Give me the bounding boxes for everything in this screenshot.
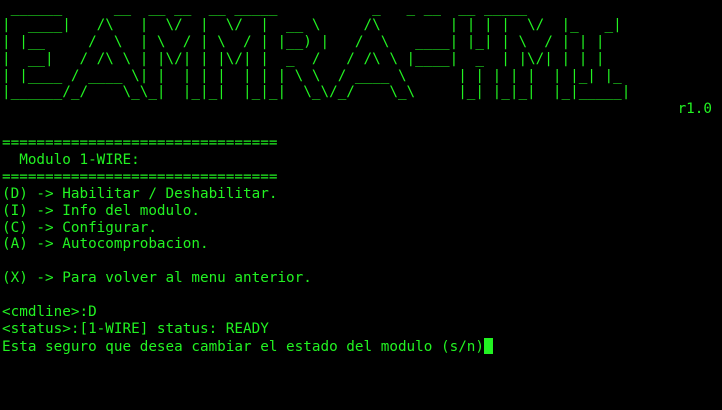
menu-separator-bottom: ================================ <box>2 168 278 185</box>
menu-option-configure: (C) -> Configurar. <box>2 219 157 236</box>
banner-line: | ____| /\ | \/ | \/ | __ \ /\ | | | | \… <box>2 16 622 33</box>
ascii-banner: ______ __ __ __ __ _____ _ _ __ __ _____… <box>2 0 720 101</box>
banner-line: | |____ / ____ \| | | | | | | | \ \ / __… <box>2 67 631 84</box>
status-line: <status>:[1-WIRE] status: READY <box>2 320 269 337</box>
version-label: r1.0 <box>677 101 712 118</box>
menu-title: Modulo 1-WIRE: <box>2 152 140 169</box>
text-cursor[interactable] <box>484 337 493 354</box>
version-row: r1.0 <box>2 101 720 118</box>
terminal-window[interactable]: ______ __ __ __ __ _____ _ _ __ __ _____… <box>2 0 720 410</box>
cmdline-echo: <cmdline>:D <box>2 304 97 321</box>
menu-option-toggle: (D) -> Habilitar / Deshabilitar. <box>2 185 278 202</box>
menu-separator-top: ================================ <box>2 135 278 152</box>
confirm-prompt-line[interactable]: Esta seguro que desea cambiar el estado … <box>2 337 720 355</box>
menu-option-back: (X) -> Para volver al menu anterior. <box>2 270 312 287</box>
banner-line: | |__ / \ | \ / | \ / | |__) | / \ ____|… <box>2 33 622 50</box>
menu-option-info: (I) -> Info del modulo. <box>2 202 200 219</box>
banner-line: ______ __ __ __ __ _____ _ _ __ __ _____ <box>2 0 536 16</box>
menu-option-selftest: (A) -> Autocomprobacion. <box>2 236 209 253</box>
banner-line: |______/_/ \_\_| |_|_| |_|_| \_\/_/ \_\ … <box>2 84 631 101</box>
confirm-prompt-text: Esta seguro que desea cambiar el estado … <box>2 338 485 355</box>
banner-line: | __| / /\ \ | |\/| | |\/| | _ / / /\ \ … <box>2 50 622 67</box>
